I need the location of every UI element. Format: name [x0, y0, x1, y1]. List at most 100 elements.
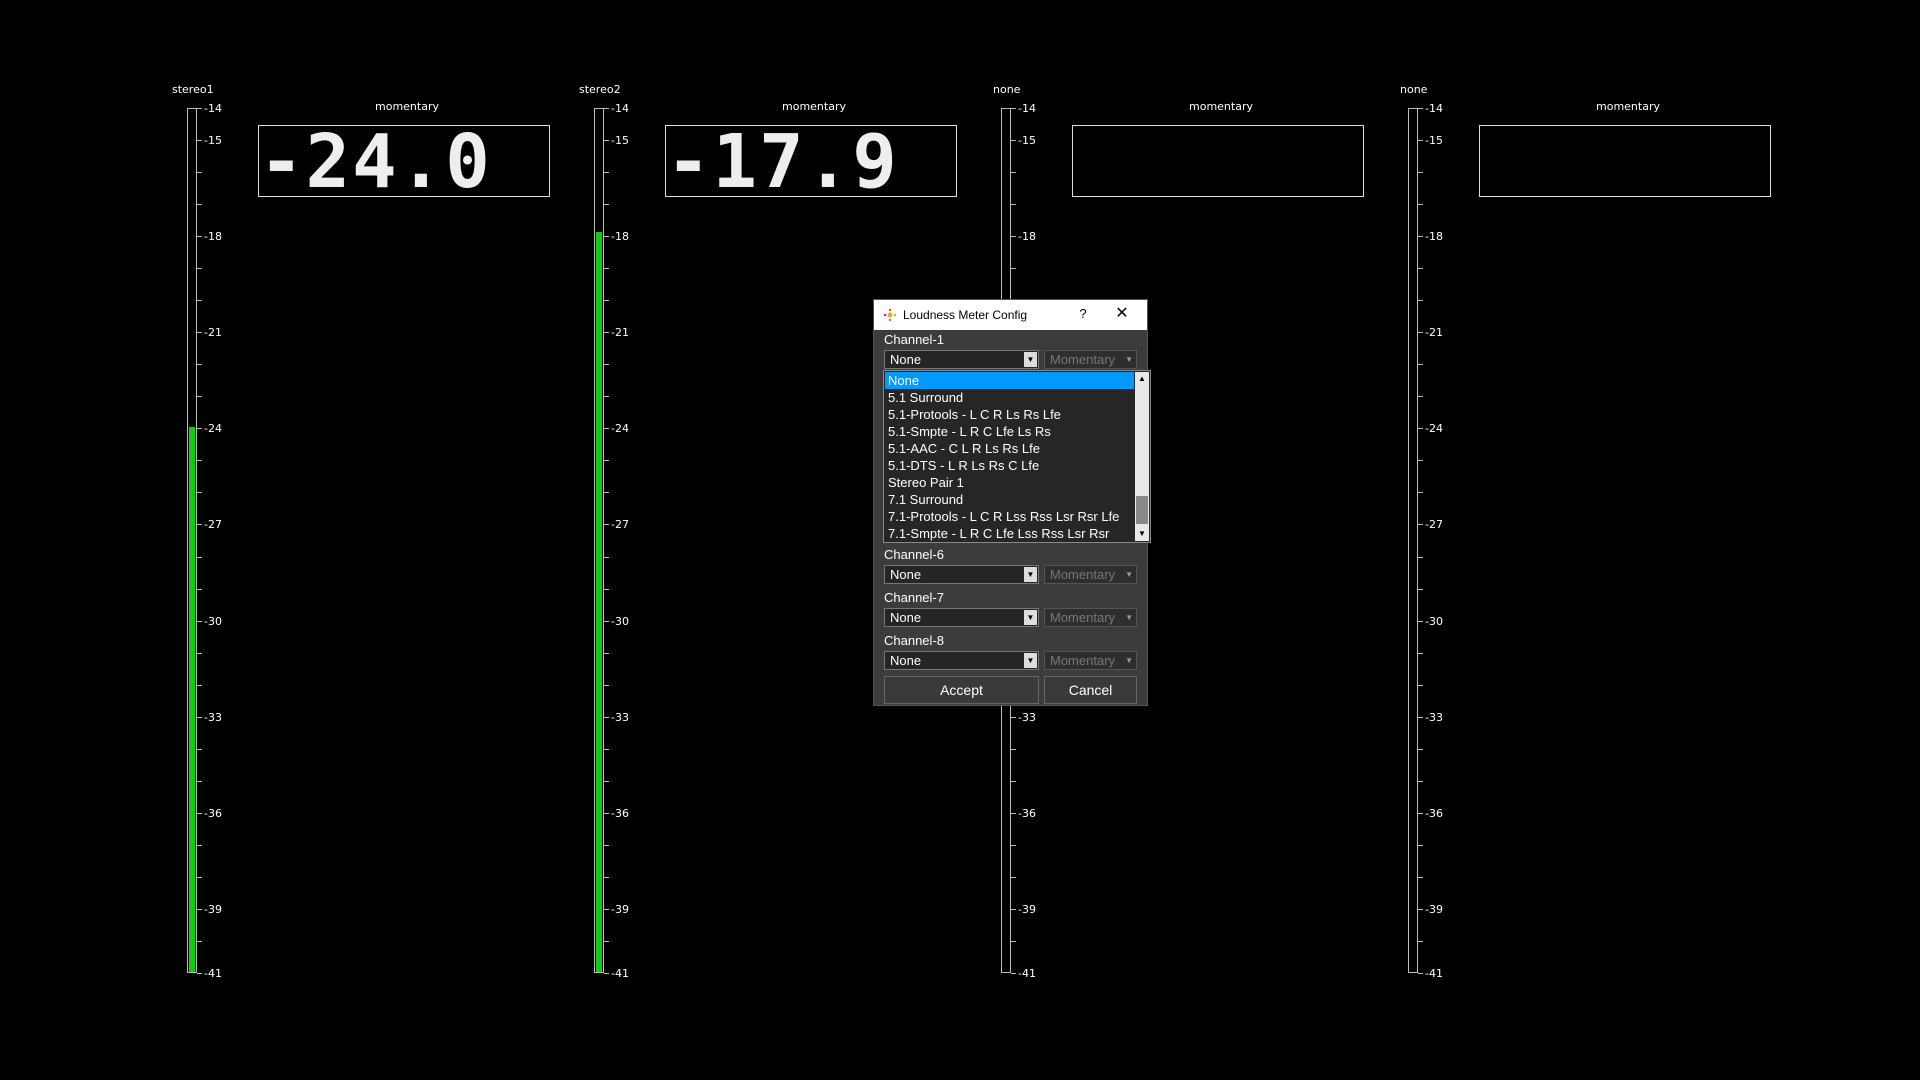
scale-tick: [1418, 300, 1423, 301]
scale-tick: [1418, 685, 1423, 686]
cancel-button[interactable]: Cancel: [1044, 676, 1137, 704]
scale-label: -39: [611, 903, 629, 916]
scale-tick: [1011, 877, 1016, 878]
scroll-down-arrow-icon[interactable]: ▼: [1135, 527, 1149, 541]
meter-scale: [594, 108, 604, 973]
scale-label: -15: [1018, 134, 1036, 147]
scale-tick: [1011, 941, 1016, 942]
scale-tick: [1418, 909, 1423, 910]
scale-tick: [197, 813, 202, 814]
scale-tick: [604, 428, 609, 429]
scale-tick: [1011, 140, 1016, 141]
chevron-down-icon: ▼: [1024, 567, 1037, 582]
scale-tick: [197, 685, 202, 686]
dropdown-item[interactable]: 5.1 Surround: [885, 389, 1134, 406]
dropdown-scrollbar[interactable]: ▲ ▼: [1135, 372, 1149, 541]
scale-tick: [1418, 749, 1423, 750]
scale-tick: [1011, 909, 1016, 910]
scale-label: -18: [204, 230, 222, 243]
scale-tick: [197, 428, 202, 429]
scale-label: -14: [611, 102, 629, 115]
dropdown-item[interactable]: 5.1-Protools - L C R Ls Rs Lfe: [885, 406, 1134, 423]
channel-8-label: Channel-8: [884, 633, 944, 648]
scale-tick: [604, 332, 609, 333]
channel-8-mode-select[interactable]: Momentary ▼: [1044, 651, 1137, 670]
dropdown-item[interactable]: Stereo Pair 1: [885, 474, 1134, 491]
scale-label: -15: [204, 134, 222, 147]
help-button[interactable]: ?: [1074, 306, 1092, 321]
scale-tick: [197, 781, 202, 782]
accept-button[interactable]: Accept: [884, 676, 1039, 704]
scale-tick: [1418, 877, 1423, 878]
scale-tick: [1011, 172, 1016, 173]
scale-label: -39: [1018, 903, 1036, 916]
scroll-up-arrow-icon[interactable]: ▲: [1135, 372, 1149, 386]
channel-1-mode-select[interactable]: Momentary ▼: [1044, 350, 1137, 369]
scale-tick: [1418, 492, 1423, 493]
dropdown-item[interactable]: 7.1-Smpte - L R C Lfe Lss Rss Lsr Rsr: [885, 525, 1134, 542]
scale-tick: [1418, 460, 1423, 461]
scale-label: -24: [1425, 422, 1443, 435]
channel-7-label: Channel-7: [884, 590, 944, 605]
scale-tick: [604, 813, 609, 814]
meter-value-box: [1479, 125, 1771, 197]
scale-tick: [1418, 941, 1423, 942]
dialog-titlebar[interactable]: Loudness Meter Config ? ✕: [874, 300, 1147, 330]
channel-7-mode-select[interactable]: Momentary ▼: [1044, 608, 1137, 627]
scale-tick: [604, 685, 609, 686]
scale-tick: [1418, 108, 1423, 109]
dropdown-item[interactable]: 7.1-Protools - L C R Lss Rss Lsr Rsr Lfe: [885, 508, 1134, 525]
scale-tick: [197, 236, 202, 237]
scale-label: -18: [1425, 230, 1443, 243]
scale-tick: [1011, 749, 1016, 750]
scale-tick: [604, 845, 609, 846]
channel-6-mode-select[interactable]: Momentary ▼: [1044, 565, 1137, 584]
meter-value: -17.9: [666, 119, 899, 205]
scale-label: -39: [204, 903, 222, 916]
scale-tick: [1418, 621, 1423, 622]
dialog-title: Loudness Meter Config: [903, 308, 1028, 322]
close-button[interactable]: ✕: [1112, 303, 1132, 323]
meter-ticks: -14 -15 -18 -21 -24 -27 -30 -33 -36 -39 -41: [604, 103, 644, 979]
scale-label: -39: [1425, 903, 1443, 916]
level-fill: [596, 231, 602, 972]
meter-ticks: -14 -15 -18 -21 -24 -27 -30 -33 -36 -39 -41: [1418, 103, 1458, 979]
scale-tick: [604, 396, 609, 397]
chevron-down-icon: ▼: [1125, 613, 1133, 622]
scale-label: -18: [1018, 230, 1036, 243]
scrollbar-thumb[interactable]: [1136, 496, 1148, 524]
app-icon: [883, 308, 897, 322]
scale-label: -36: [204, 807, 222, 820]
dropdown-item[interactable]: 7.1 Surround: [885, 491, 1134, 508]
dropdown-item[interactable]: 5.1-DTS - L R Ls Rs C Lfe: [885, 457, 1134, 474]
scale-tick: [1418, 589, 1423, 590]
channel-6-label: Channel-6: [884, 547, 944, 562]
scale-tick: [197, 941, 202, 942]
scale-label: -14: [1018, 102, 1036, 115]
meter-scale: [1408, 108, 1418, 973]
scale-tick: [604, 140, 609, 141]
scale-label: -21: [204, 326, 222, 339]
dropdown-item[interactable]: 5.1-Smpte - L R C Lfe Ls Rs: [885, 423, 1134, 440]
dropdown-item[interactable]: 5.1-AAC - C L R Ls Rs Lfe: [885, 440, 1134, 457]
scale-tick: [1011, 204, 1016, 205]
channel-1-dropdown-list: None 5.1 Surround 5.1-Protools - L C R L…: [883, 370, 1151, 543]
channel-6-select[interactable]: None ▼: [884, 565, 1039, 584]
scale-label: -41: [204, 967, 222, 980]
scale-tick: [604, 460, 609, 461]
scale-label: -14: [1425, 102, 1443, 115]
channel-8-select[interactable]: None ▼: [884, 651, 1039, 670]
scale-tick: [1418, 172, 1423, 173]
scale-tick: [197, 492, 202, 493]
channel-7-select[interactable]: None ▼: [884, 608, 1039, 627]
channel-1-select[interactable]: None ▼: [884, 350, 1039, 369]
scale-tick: [197, 268, 202, 269]
scale-tick: [604, 941, 609, 942]
dropdown-item[interactable]: None: [885, 372, 1134, 389]
scale-tick: [197, 460, 202, 461]
chevron-down-icon: ▼: [1125, 656, 1133, 665]
scale-tick: [604, 204, 609, 205]
scale-tick: [197, 140, 202, 141]
scale-label: -15: [611, 134, 629, 147]
scale-tick: [197, 621, 202, 622]
